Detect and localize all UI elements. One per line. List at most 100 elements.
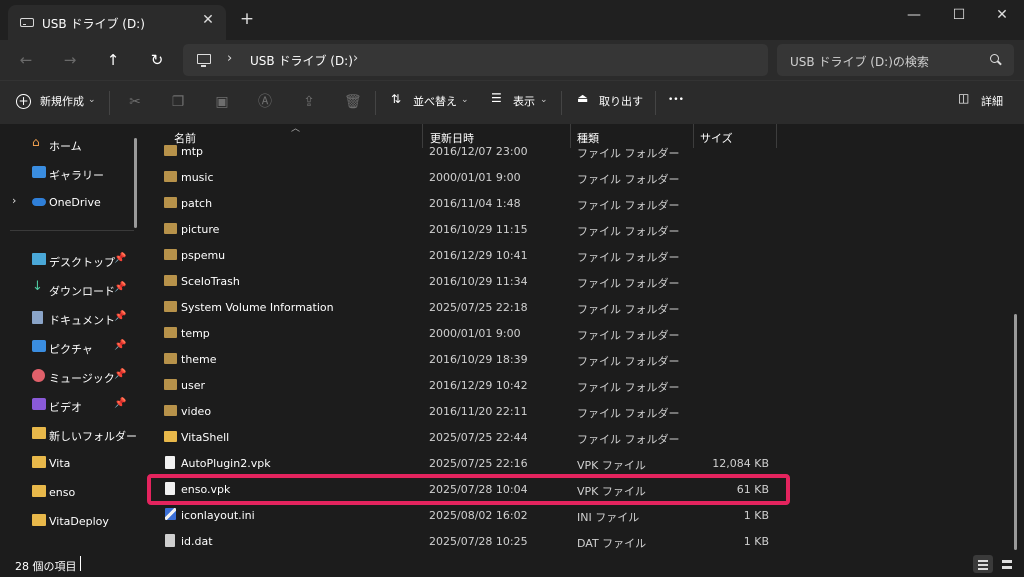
file-row[interactable]: theme 2016/10/29 18:39 ファイル フォルダー xyxy=(146,346,786,372)
folder-icon xyxy=(32,514,46,526)
sidebar-item-desktop[interactable]: デスクトップ 📌 xyxy=(0,248,138,272)
file-date: 2016/12/07 23:00 xyxy=(429,145,528,158)
sidebar-item-folder[interactable]: Vita xyxy=(0,451,138,475)
breadcrumb[interactable]: USB ドライブ (D:) xyxy=(250,52,353,69)
tab-usb-drive[interactable]: USB ドライブ (D:) ✕ xyxy=(8,5,226,40)
expand-chevron-icon[interactable]: › xyxy=(12,194,16,207)
sidebar-scrollbar[interactable] xyxy=(134,138,137,228)
breadcrumb-chevron[interactable]: › xyxy=(353,51,358,66)
sidebar-item-label: OneDrive xyxy=(49,196,101,209)
chevron-down-icon: ⌄ xyxy=(88,95,96,105)
folder-icon xyxy=(32,485,46,497)
divider xyxy=(561,91,562,115)
sidebar-item-gallery[interactable]: ギャラリー xyxy=(0,161,138,185)
copy-icon[interactable]: ❐ xyxy=(170,94,186,110)
file-row[interactable]: iconlayout.ini 2025/08/02 16:02 INI ファイル 1 … xyxy=(146,502,786,528)
rename-icon[interactable]: Ⓐ xyxy=(257,94,273,110)
file-type: ファイル フォルダー xyxy=(577,173,680,186)
pin-icon[interactable]: 📌 xyxy=(114,253,126,264)
new-tab-button[interactable]: + xyxy=(238,10,256,28)
up-button[interactable]: ↑ xyxy=(102,49,124,71)
refresh-button[interactable]: ↻ xyxy=(146,49,168,71)
file-row[interactable]: video 2016/11/20 22:11 ファイル フォルダー xyxy=(146,398,786,424)
file-row[interactable]: user 2016/12/29 10:42 ファイル フォルダー xyxy=(146,372,786,398)
file-row[interactable]: AutoPlugin2.vpk 2025/07/25 22:16 VPK ファイル 1… xyxy=(146,450,786,476)
file-type: VPK ファイル xyxy=(577,459,646,472)
pin-icon[interactable]: 📌 xyxy=(114,282,126,293)
file-row[interactable]: id.dat 2025/07/28 10:25 DAT ファイル 1 KB xyxy=(146,528,786,554)
folder-icon xyxy=(164,353,177,364)
file-row[interactable]: pspemu 2016/12/29 10:41 ファイル フォルダー xyxy=(146,242,786,268)
file-row[interactable]: mtp 2016/12/07 23:00 ファイル フォルダー xyxy=(146,138,786,164)
file-row[interactable]: music 2000/01/01 9:00 ファイル フォルダー xyxy=(146,164,786,190)
status-bar: 28 個の項目 xyxy=(0,552,1024,577)
status-divider xyxy=(80,556,81,571)
this-pc-icon xyxy=(197,54,211,67)
forward-button[interactable]: → xyxy=(59,49,81,71)
file-row[interactable]: patch 2016/11/04 1:48 ファイル フォルダー xyxy=(146,190,786,216)
delete-icon[interactable]: 🗑 xyxy=(344,94,362,110)
file-row[interactable]: picture 2016/10/29 11:15 ファイル フォルダー xyxy=(146,216,786,242)
sidebar-item-home[interactable]: ⌂ ホーム xyxy=(0,132,138,156)
file-date: 2016/10/29 11:34 xyxy=(429,275,528,288)
file-row[interactable]: SceIoTrash 2016/10/29 11:34 ファイル フォルダー xyxy=(146,268,786,294)
file-type: ファイル フォルダー xyxy=(577,329,680,342)
close-window-button[interactable]: ✕ xyxy=(980,4,1024,26)
music-icon xyxy=(32,369,45,382)
new-button[interactable]: 新規作成 xyxy=(40,93,84,109)
minimize-button[interactable]: — xyxy=(892,4,936,26)
file-name: VitaShell xyxy=(181,431,230,444)
sidebar-item-folder[interactable]: 新しいフォルダー xyxy=(0,422,138,446)
sidebar-item-folder[interactable]: VitaDeploy xyxy=(0,509,138,533)
sidebar-item-onedrive[interactable]: › OneDrive xyxy=(0,190,138,214)
view-button[interactable]: 表示 xyxy=(513,93,535,109)
file-date: 2025/07/28 10:25 xyxy=(429,535,528,548)
sidebar-item-documents[interactable]: ドキュメント 📌 xyxy=(0,306,138,330)
details-view-button[interactable] xyxy=(973,555,993,573)
details-button[interactable]: 詳細 xyxy=(981,93,1003,109)
file-type: INI ファイル xyxy=(577,511,640,524)
share-icon[interactable]: ⇪ xyxy=(301,94,317,110)
chevron-down-icon: ⌄ xyxy=(540,95,548,105)
maximize-button[interactable]: ☐ xyxy=(937,4,981,26)
file-name: System Volume Information xyxy=(181,301,334,314)
pin-icon[interactable]: 📌 xyxy=(114,340,126,351)
file-row[interactable]: VitaShell 2025/07/25 22:44 ファイル フォルダー xyxy=(146,424,786,450)
file-name: id.dat xyxy=(181,535,213,548)
pictures-icon xyxy=(32,340,46,352)
file-list-scrollbar[interactable] xyxy=(1014,314,1017,550)
more-options-button[interactable]: ••• xyxy=(668,95,684,105)
pin-icon[interactable]: 📌 xyxy=(114,369,126,380)
pin-icon[interactable]: 📌 xyxy=(114,398,126,409)
sidebar-item-pictures[interactable]: ピクチャ 📌 xyxy=(0,335,138,359)
file-type: ファイル フォルダー xyxy=(577,251,680,264)
item-count: 28 個の項目 xyxy=(15,560,77,573)
cut-icon[interactable]: ✂ xyxy=(127,94,143,110)
sidebar-item-videos[interactable]: ビデオ 📌 xyxy=(0,393,138,417)
sidebar-item-music[interactable]: ミュージック 📌 xyxy=(0,364,138,388)
file-name: pspemu xyxy=(181,249,226,262)
paste-icon[interactable]: ▣ xyxy=(214,94,230,110)
search-box[interactable]: USB ドライブ (D:)の検索 xyxy=(777,44,1014,76)
back-button[interactable]: ← xyxy=(15,49,37,71)
address-bar[interactable]: › USB ドライブ (D:) › xyxy=(183,44,768,76)
pin-icon[interactable]: 📌 xyxy=(114,311,126,322)
file-type: ファイル フォルダー xyxy=(577,381,680,394)
file-row[interactable]: System Volume Information 2025/07/25 22:1… xyxy=(146,294,786,320)
file-date: 2025/08/02 16:02 xyxy=(429,509,528,522)
file-date: 2016/11/04 1:48 xyxy=(429,197,521,210)
file-row[interactable]: temp 2000/01/01 9:00 ファイル フォルダー xyxy=(146,320,786,346)
breadcrumb-chevron[interactable]: › xyxy=(227,51,232,66)
divider xyxy=(655,91,656,115)
folder-icon xyxy=(164,275,177,286)
eject-button[interactable]: 取り出す xyxy=(599,93,643,109)
home-icon: ⌂ xyxy=(32,135,40,149)
chevron-down-icon: ⌄ xyxy=(461,95,469,105)
file-date: 2000/01/01 9:00 xyxy=(429,171,521,184)
file-name: AutoPlugin2.vpk xyxy=(181,457,271,470)
sidebar-item-folder[interactable]: enso xyxy=(0,480,138,504)
sidebar-item-downloads[interactable]: ↓ ダウンロード 📌 xyxy=(0,277,138,301)
tab-close-button[interactable]: ✕ xyxy=(200,12,216,28)
sort-button[interactable]: 並べ替え xyxy=(413,93,457,109)
tiles-view-button[interactable] xyxy=(997,555,1017,573)
